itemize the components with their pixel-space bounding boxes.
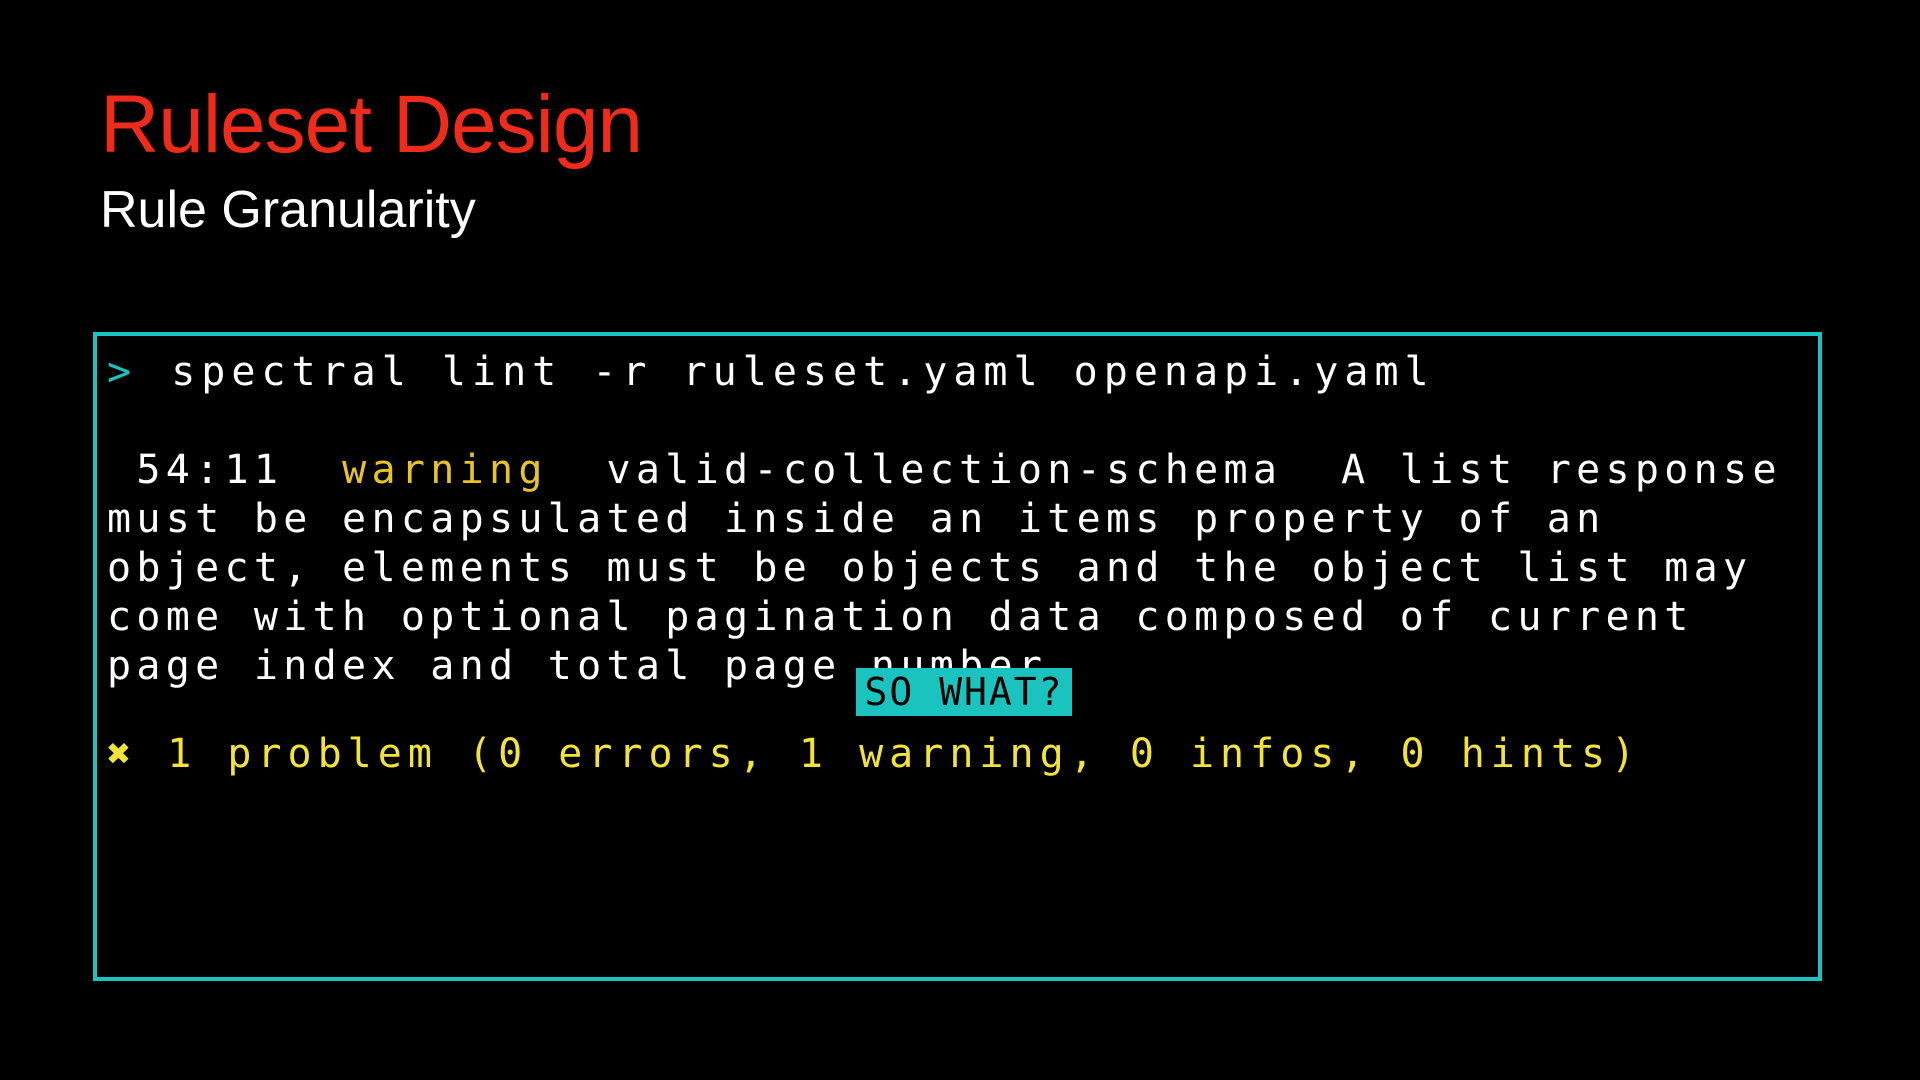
result-rule: valid-collection-schema	[606, 447, 1283, 493]
so-what-callout: SO WHAT?	[856, 668, 1072, 716]
lint-result: 54:11 warning valid-collection-schema A …	[107, 446, 1817, 691]
terminal-window: > spectral lint -r ruleset.yaml openapi.…	[93, 332, 1822, 981]
lint-summary: ✖ 1 problem (0 errors, 1 warning, 0 info…	[107, 730, 1641, 779]
result-location: 54:11	[136, 447, 284, 493]
cross-icon: ✖	[107, 731, 138, 777]
result-severity: warning	[342, 447, 548, 493]
command-text: spectral lint -r ruleset.yaml openapi.ya…	[171, 349, 1435, 395]
prompt-chevron-icon: >	[107, 349, 138, 395]
command-line: > spectral lint -r ruleset.yaml openapi.…	[107, 348, 1435, 397]
summary-text: 1 problem (0 errors, 1 warning, 0 infos,…	[167, 731, 1642, 777]
slide-title: Ruleset Design	[100, 79, 643, 170]
slide-subtitle: Rule Granularity	[100, 181, 476, 239]
